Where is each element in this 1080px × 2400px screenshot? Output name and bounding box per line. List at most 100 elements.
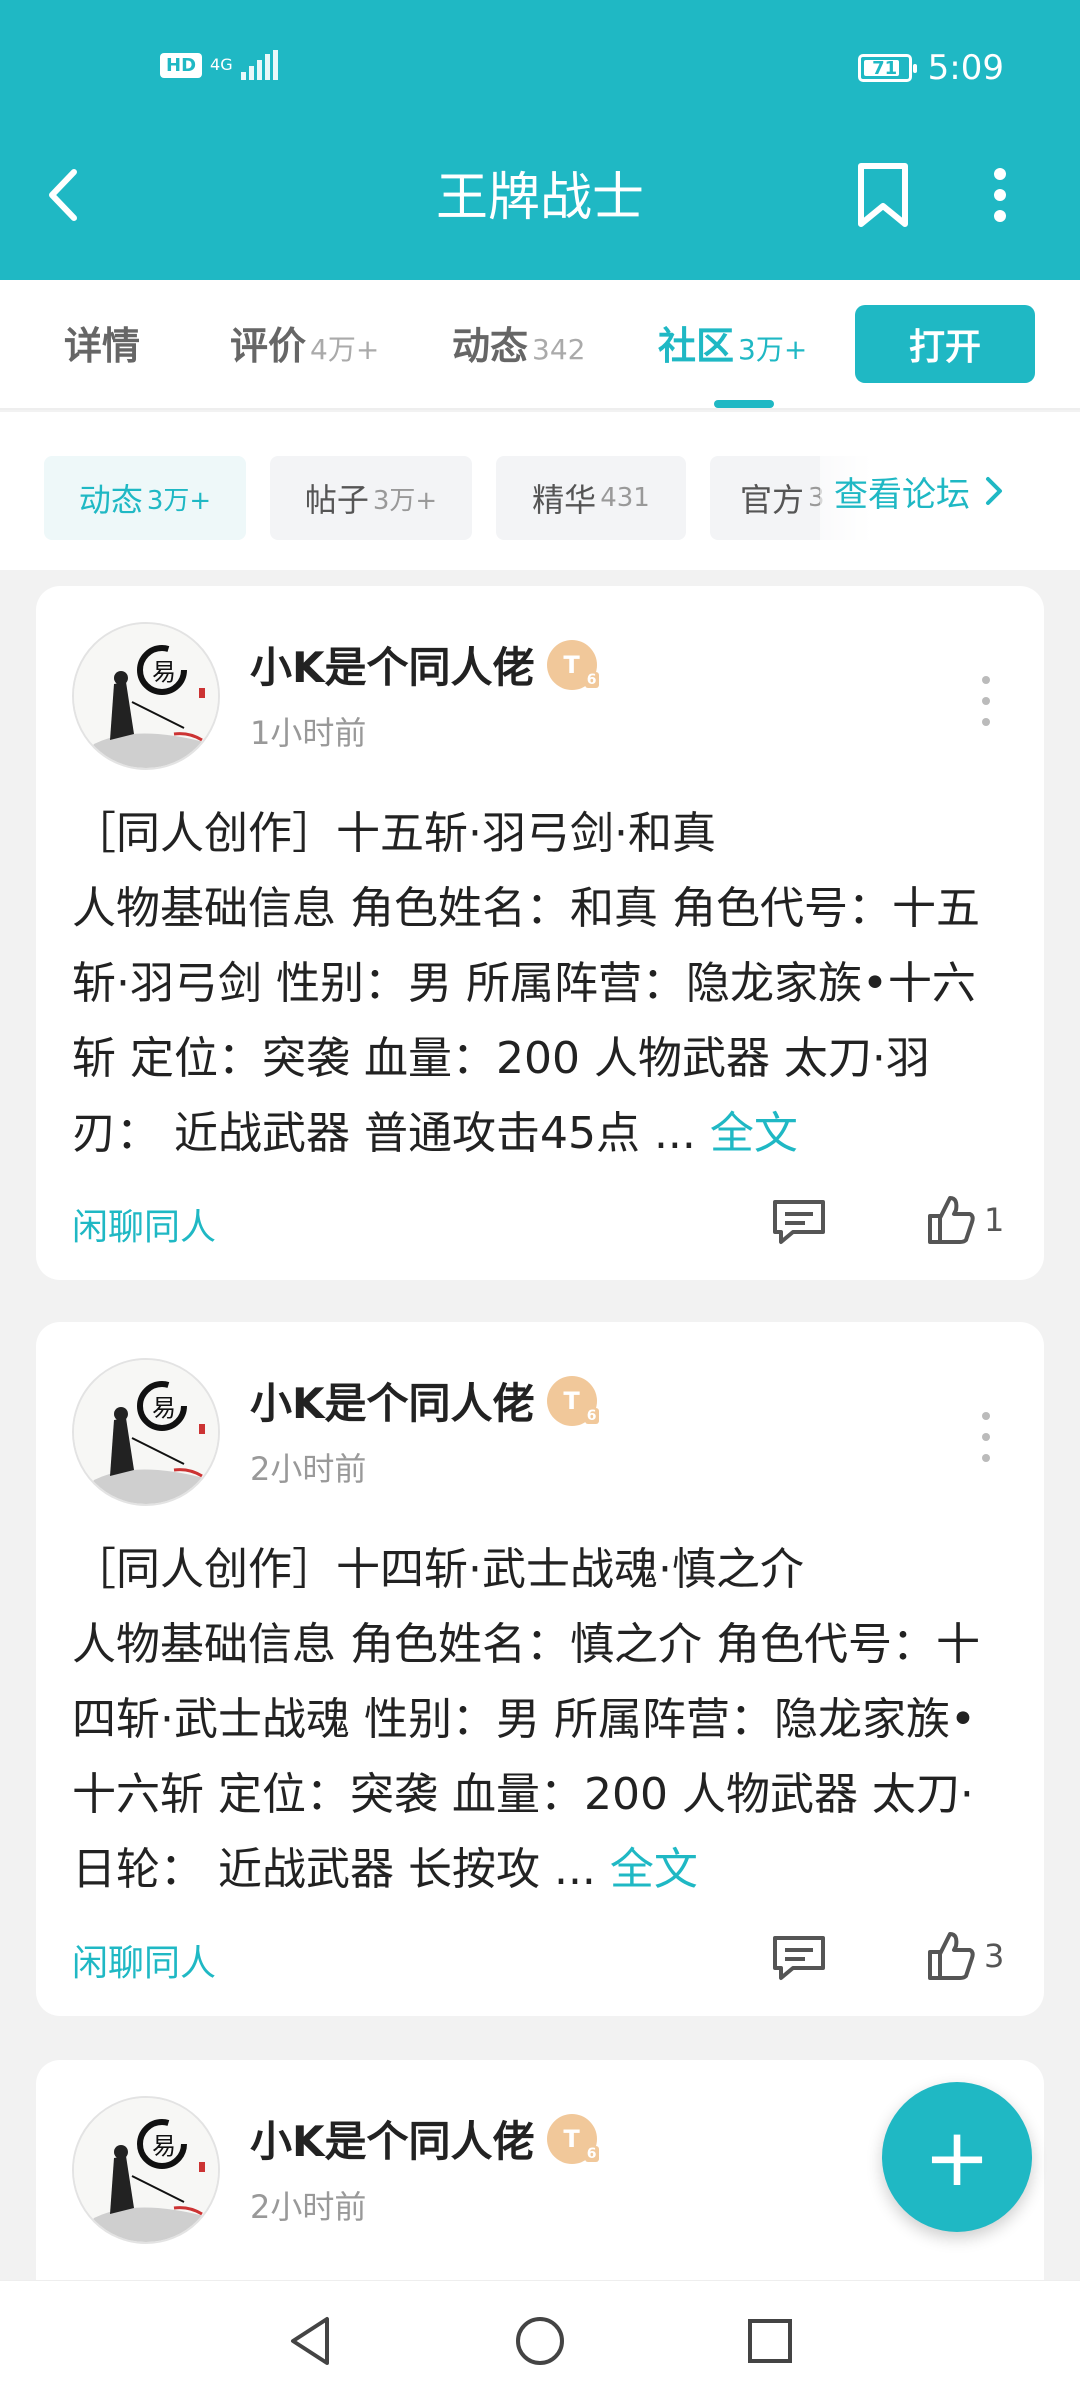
svg-text:易: 易 [152, 2132, 176, 2160]
chip-featured[interactable]: 精华 431 [496, 456, 686, 540]
avatar[interactable]: 易 [72, 622, 220, 770]
signal-icon [240, 50, 278, 80]
like-count: 3 [984, 1937, 1005, 1975]
filter-chips: 动态 3万+ 帖子 3万+ 精华 431 官方 3 查看论坛 [0, 412, 1080, 570]
read-more-link[interactable]: 全文 [610, 1844, 698, 1895]
tab-activity[interactable]: 动态 342 [452, 315, 585, 370]
chip-posts[interactable]: 帖子 3万+ [270, 456, 472, 540]
tab-label: 评价 [230, 324, 307, 368]
comment-button[interactable] [771, 1932, 827, 1984]
post-body: 人物基础信息 角色姓名：慎之介 角色代号：十四斩·武士战魂 性别：男 所属阵营：… [72, 1619, 980, 1895]
level-badge: T6 [546, 639, 599, 690]
circle-home-icon [516, 2317, 564, 2365]
post-time: 2小时前 [250, 1450, 367, 1488]
tab-label: 详情 [64, 324, 141, 368]
battery-level: 71 [872, 57, 898, 79]
author-line: 小K是个同人佬 T6 [250, 2108, 599, 2169]
author-line: 小K是个同人佬 T6 [250, 1370, 599, 1431]
post-more-icon[interactable] [976, 676, 996, 726]
status-bar-left: HD 4G [160, 50, 278, 80]
network-indicator: 4G [210, 55, 233, 74]
author-name[interactable]: 小K是个同人佬 [250, 1370, 535, 1431]
active-tab-indicator [714, 400, 774, 408]
post-title: ［同人创作］十四斩·武士战魂·慎之介 [72, 1544, 804, 1595]
avatar[interactable]: 易 [72, 1358, 220, 1506]
chip-label: 官方 [740, 481, 805, 519]
page-title: 王牌战士 [435, 168, 644, 228]
post-card[interactable]: 易 小K是个同人佬 T6 2小时前 ［同人创作］十四斩·武士战魂·慎之介 人物基… [36, 1322, 1044, 2016]
post-time: 2小时前 [250, 2188, 367, 2226]
chip-label: 动态 [78, 481, 143, 519]
thumbs-up-icon [928, 1196, 975, 1244]
level-number: 6 [584, 671, 599, 688]
read-more-link[interactable]: 全文 [710, 1108, 798, 1159]
ink-swordsman-avatar-icon: 易 [74, 624, 218, 768]
post-card[interactable]: 易 小K是个同人佬 T6 1小时前 ［同人创作］十五斩·羽弓剑·和真 人物基础信… [36, 586, 1044, 1280]
status-bar-right: 71 5:09 [857, 48, 1004, 88]
comment-button[interactable] [771, 1196, 827, 1248]
svg-text:易: 易 [152, 658, 176, 686]
chip-activity[interactable]: 动态 3万+ [44, 456, 246, 540]
clock: 5:09 [927, 48, 1004, 88]
square-recents-icon [748, 2319, 792, 2363]
chip-count: 3万+ [146, 485, 212, 516]
chip-label: 帖子 [304, 481, 369, 519]
battery-icon: 71 [857, 54, 917, 82]
level-badge: T6 [546, 1375, 599, 1426]
post-body: 人物基础信息 角色姓名：和真 角色代号：十五斩·羽弓剑 性别：男 所属阵营：隐龙… [72, 883, 980, 1159]
level-number: 6 [584, 2145, 599, 2162]
post-more-icon[interactable] [976, 1412, 996, 1462]
tab-community[interactable]: 社区 3万+ [658, 315, 807, 370]
tab-label: 动态 [452, 324, 529, 368]
level-letter: T [563, 650, 580, 679]
like-count: 1 [984, 1201, 1005, 1239]
comment-icon [773, 1200, 825, 1244]
level-number: 6 [584, 1407, 599, 1424]
app-header: HD 4G 71 5:09 王牌战士 [0, 0, 1080, 280]
post-time: 1小时前 [250, 714, 367, 752]
ink-swordsman-avatar-icon: 易 [74, 2098, 218, 2242]
tab-count: 4万+ [310, 333, 380, 366]
nav-home-button[interactable] [510, 2311, 570, 2371]
triangle-back-icon [291, 2317, 329, 2365]
tab-reviews[interactable]: 评价 4万+ [230, 315, 379, 370]
chevron-right-icon [986, 477, 1002, 505]
system-nav-bar [0, 2280, 1080, 2400]
post-tag[interactable]: 闲聊同人 [72, 1934, 216, 1986]
level-badge: T6 [546, 2113, 599, 2164]
like-button[interactable]: 1 [926, 1194, 1004, 1246]
tab-label: 社区 [658, 324, 735, 368]
tab-count: 342 [532, 333, 586, 366]
more-vertical-icon [994, 168, 1006, 222]
author-name[interactable]: 小K是个同人佬 [250, 2108, 535, 2169]
tab-details[interactable]: 详情 [64, 315, 140, 370]
chip-count: 3万+ [372, 485, 438, 516]
ink-swordsman-avatar-icon: 易 [74, 1360, 218, 1504]
nav-recents-button[interactable] [740, 2311, 800, 2371]
bookmark-icon [858, 163, 908, 227]
tab-count: 3万+ [738, 333, 808, 366]
more-options-button[interactable] [980, 160, 1020, 230]
nav-back-button[interactable] [280, 2311, 340, 2371]
post-title: ［同人创作］十五斩·羽弓剑·和真 [72, 808, 716, 859]
like-button[interactable]: 3 [926, 1930, 1004, 1982]
forum-link-label: 查看论坛 [834, 474, 970, 515]
svg-text:易: 易 [152, 1394, 176, 1422]
chip-count: 431 [600, 483, 650, 513]
thumbs-up-icon [928, 1932, 975, 1980]
open-app-button[interactable]: 打开 [855, 305, 1035, 383]
chip-label: 精华 [532, 481, 597, 519]
author-line: 小K是个同人佬 T6 [250, 634, 599, 695]
post-content[interactable]: ［同人创作］十五斩·羽弓剑·和真 人物基础信息 角色姓名：和真 角色代号：十五斩… [72, 796, 1012, 1171]
level-letter: T [563, 2124, 580, 2153]
post-content[interactable]: ［同人创作］十四斩·武士战魂·慎之介 人物基础信息 角色姓名：慎之介 角色代号：… [72, 1532, 1012, 1907]
bookmark-button[interactable] [853, 160, 913, 230]
comment-icon [773, 1936, 825, 1980]
create-post-button[interactable]: + [882, 2082, 1032, 2232]
view-forum-link[interactable]: 查看论坛 [820, 412, 1080, 570]
hd-indicator: HD [160, 52, 203, 78]
post-tag[interactable]: 闲聊同人 [72, 1198, 216, 1250]
avatar[interactable]: 易 [72, 2096, 220, 2244]
author-name[interactable]: 小K是个同人佬 [250, 634, 535, 695]
level-letter: T [563, 1386, 580, 1415]
